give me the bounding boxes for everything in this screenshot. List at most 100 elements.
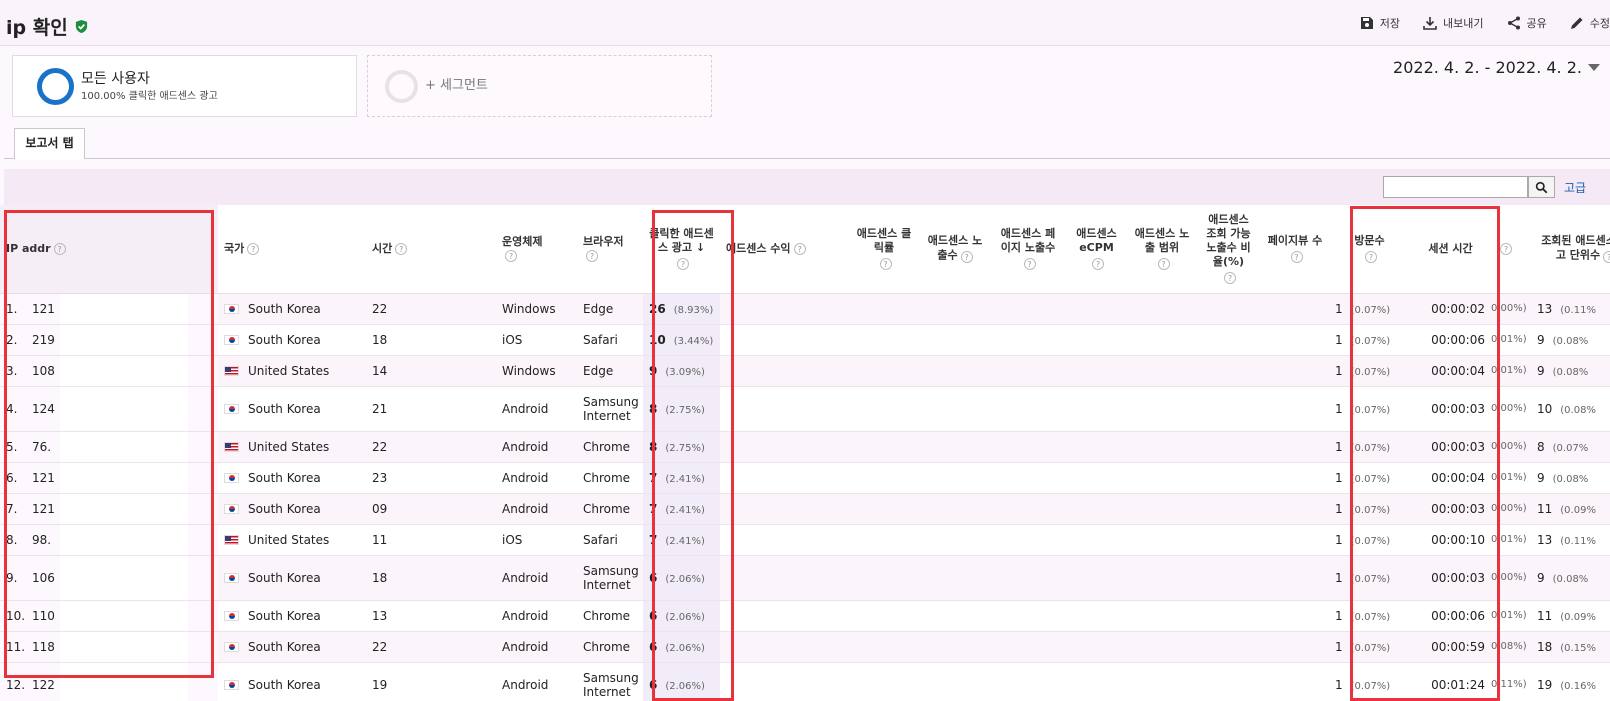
- ip-cell[interactable]: 5. 76.: [0, 431, 218, 463]
- col-coverage[interactable]: 애드센스 노출 범위?: [1128, 205, 1196, 294]
- ip-cell[interactable]: 6. 121: [0, 462, 218, 494]
- country-cell[interactable]: South Korea: [218, 493, 366, 525]
- help-icon[interactable]: ?: [1092, 258, 1104, 271]
- col-os[interactable]: 운영체제?: [496, 205, 577, 294]
- help-icon[interactable]: ?: [395, 242, 408, 255]
- col-viewable[interactable]: 애드센스 조회 가능 노출수 비율(%)?: [1196, 205, 1261, 294]
- export-button[interactable]: 내보내기: [1422, 15, 1484, 31]
- share-button[interactable]: 공유: [1506, 15, 1547, 31]
- session-value: 00:00:04: [1431, 470, 1485, 485]
- col-ecpm[interactable]: 애드센스 eCPM?: [1065, 205, 1128, 294]
- col-visits[interactable]: 방문수?: [1329, 205, 1410, 294]
- browser-cell: Safari: [577, 324, 643, 356]
- country-cell[interactable]: South Korea: [218, 462, 366, 494]
- country-cell[interactable]: South Korea: [218, 324, 366, 356]
- table-row[interactable]: 3. 108 United States 14 Windows Edge 9 (3.09%) 1…: [0, 355, 1610, 387]
- col-revenue[interactable]: 애드센스 수익?: [720, 205, 849, 294]
- help-icon[interactable]: ?: [505, 249, 517, 262]
- help-icon[interactable]: ?: [1023, 258, 1036, 271]
- col-ctr[interactable]: 애드센스 클릭률?: [849, 205, 919, 294]
- empty-segment-ring-icon: [385, 70, 418, 103]
- table-row[interactable]: 9. 106 South Korea 18 Android Samsung Interne…: [0, 555, 1610, 601]
- col-ad-units[interactable]: 조회된 애드센스 광고 단위수?: [1531, 205, 1610, 294]
- country-cell[interactable]: United States: [218, 431, 366, 463]
- table-row[interactable]: 2. 219 South Korea 18 iOS Safari 10 (3.44%) 1 (0.…: [0, 324, 1610, 356]
- help-icon[interactable]: ?: [586, 249, 598, 262]
- table-filter-input[interactable]: [1383, 176, 1528, 198]
- help-icon[interactable]: ?: [1224, 272, 1236, 285]
- country-cell[interactable]: South Korea: [218, 600, 366, 632]
- table-row[interactable]: 8. 98. United States 11 iOS Safari 7 (2.41%) 1 (0…: [0, 524, 1610, 556]
- col-impressions[interactable]: 애드센스 노출수?: [919, 205, 991, 294]
- country-cell[interactable]: United States: [218, 524, 366, 556]
- visits-percent: (0.07%): [1350, 680, 1391, 692]
- col-page-impressions[interactable]: 애드센스 페이지 노출수?: [991, 205, 1065, 294]
- ip-cell[interactable]: 4. 124: [0, 386, 218, 432]
- advanced-filter-link[interactable]: 고급: [1564, 179, 1586, 196]
- col-session[interactable]: 세션 시간: [1410, 205, 1491, 294]
- col-country[interactable]: 국가?: [218, 205, 366, 294]
- help-icon[interactable]: ?: [793, 242, 806, 255]
- visits-percent: (0.07%): [1350, 642, 1391, 654]
- segment-all-users[interactable]: 모든 사용자 100.00% 클릭한 애드센스 광고: [12, 55, 357, 117]
- visits-percent: (0.07%): [1350, 535, 1391, 547]
- country-cell[interactable]: South Korea: [218, 555, 366, 601]
- search-button[interactable]: [1528, 176, 1555, 198]
- help-icon[interactable]: ?: [1365, 251, 1377, 264]
- ip-cell[interactable]: 8. 98.: [0, 524, 218, 556]
- col-ip[interactable]: IP addr?: [0, 205, 218, 294]
- col-pageviews[interactable]: 페이지뷰 수?: [1261, 205, 1329, 294]
- ip-address: 122: [32, 677, 55, 692]
- ip-cell[interactable]: 10. 110: [0, 600, 218, 632]
- visits-cell: 1 (0.07%): [1329, 524, 1410, 556]
- col-browser[interactable]: 브라우저?: [577, 205, 643, 294]
- table-row[interactable]: 4. 124 South Korea 21 Android Samsung Interne…: [0, 386, 1610, 432]
- table-row[interactable]: 7. 121 South Korea 09 Android Chrome 7 (2.41%) 1…: [0, 493, 1610, 525]
- help-icon[interactable]: ?: [1603, 251, 1610, 264]
- ecpm-cell: [1065, 293, 1128, 325]
- save-button[interactable]: 저장: [1359, 15, 1400, 31]
- ad-units-value: 9: [1537, 470, 1545, 485]
- coverage-cell: [1128, 524, 1196, 556]
- ip-cell[interactable]: 11. 118: [0, 631, 218, 663]
- col-hour[interactable]: 시간?: [366, 205, 496, 294]
- edit-button[interactable]: 수정: [1569, 15, 1610, 31]
- pageviews-cell: [1261, 386, 1329, 432]
- table-row[interactable]: 11. 118 South Korea 22 Android Chrome 6 (2.06%)…: [0, 631, 1610, 663]
- country-cell[interactable]: South Korea: [218, 631, 366, 663]
- country-cell[interactable]: South Korea: [218, 293, 366, 325]
- ip-cell[interactable]: 2. 219: [0, 324, 218, 356]
- ip-cell[interactable]: 12. 122: [0, 662, 218, 701]
- ip-cell[interactable]: 1. 121: [0, 293, 218, 325]
- viewable-cell: [1196, 493, 1261, 525]
- tab-report[interactable]: 보고서 탭: [14, 128, 85, 160]
- help-icon[interactable]: ?: [677, 258, 689, 271]
- clicks-percent: (2.06%): [665, 611, 705, 623]
- ip-cell[interactable]: 9. 106: [0, 555, 218, 601]
- add-segment-button[interactable]: + 세그먼트: [367, 55, 712, 117]
- ecpm-cell: [1065, 600, 1128, 632]
- country-cell[interactable]: United States: [218, 355, 366, 387]
- country-cell[interactable]: South Korea: [218, 386, 366, 432]
- table-row[interactable]: 12. 122 South Korea 19 Android Samsung Intern…: [0, 662, 1610, 701]
- help-icon[interactable]: ?: [247, 242, 260, 255]
- country-cell[interactable]: South Korea: [218, 662, 366, 701]
- session-percent-cell: 0.01%): [1491, 355, 1531, 387]
- help-icon[interactable]: ?: [960, 251, 973, 264]
- help-icon[interactable]: ?: [1500, 242, 1512, 255]
- viewable-cell: [1196, 293, 1261, 325]
- help-icon[interactable]: ?: [53, 242, 66, 255]
- table-row[interactable]: 6. 121 South Korea 23 Android Chrome 7 (2.41%) 1…: [0, 462, 1610, 494]
- col-os-label: 운영체제: [502, 234, 543, 248]
- ip-cell[interactable]: 7. 121: [0, 493, 218, 525]
- ip-cell[interactable]: 3. 108: [0, 355, 218, 387]
- date-range-picker[interactable]: 2022. 4. 2. - 2022. 4. 2.: [1393, 58, 1600, 77]
- help-icon[interactable]: ?: [1157, 258, 1170, 271]
- revenue-cell: [720, 600, 849, 632]
- help-icon[interactable]: ?: [879, 258, 892, 271]
- help-icon[interactable]: ?: [1290, 251, 1303, 264]
- table-row[interactable]: 5. 76. United States 22 Android Chrome 8 (2.75%…: [0, 431, 1610, 463]
- table-row[interactable]: 10. 110 South Korea 13 Android Chrome 6 (2.06%)…: [0, 600, 1610, 632]
- col-clicks[interactable]: 클릭한 애드센스 광고 ↓?: [643, 205, 720, 294]
- table-row[interactable]: 1. 121 South Korea 22 Windows Edge 26 (8.93%) 1 (…: [0, 293, 1610, 325]
